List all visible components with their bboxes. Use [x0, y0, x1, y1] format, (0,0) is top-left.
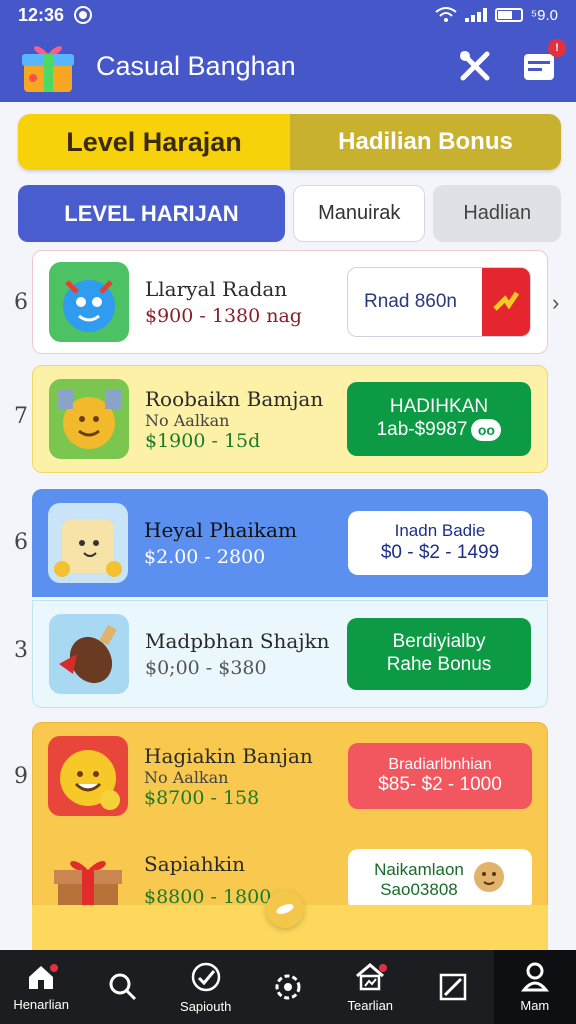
- item-subtitle: No Aalkan: [144, 767, 229, 787]
- tab-hadlian[interactable]: Hadlian: [433, 185, 561, 242]
- list-item[interactable]: Heyal Phaikam $2.00 - 2800 Inadn Badie $…: [32, 489, 548, 597]
- item-name: Roobaikn Bamjan: [145, 386, 324, 411]
- list-item[interactable]: Roobaikn Bamjan No Aalkan $1900 - 15d HA…: [32, 365, 548, 473]
- claim-button[interactable]: Rnad 860n: [347, 267, 531, 337]
- coin-icon: oo: [471, 419, 502, 442]
- home-notification-dot: [50, 964, 59, 972]
- edit-icon: [439, 973, 466, 1001]
- nav-label: Sapiouth: [180, 998, 232, 1014]
- claim-sublabel: Sao03808: [380, 880, 458, 899]
- claim-amount: $85- $2 - 1000: [378, 774, 502, 796]
- game-thumbnail: [48, 736, 128, 816]
- nav-home[interactable]: Henarlian: [0, 950, 82, 1024]
- status-battery-text: ⁵9.0: [530, 6, 558, 24]
- scroll-handle[interactable]: [266, 890, 304, 928]
- nav-label: Tearlian: [347, 997, 394, 1013]
- cookie-icon: [472, 860, 506, 901]
- claim-amount: $0 - $2 - 1499: [380, 541, 500, 563]
- item-name: Heyal Phaikam: [144, 518, 297, 542]
- notification-dot-icon: [76, 8, 91, 22]
- claim-label: Bradiarlbnhian: [388, 756, 492, 773]
- side-number: 7: [14, 404, 28, 429]
- claim-label: Naikamlaon: [374, 859, 464, 879]
- nav-label: Mam: [520, 997, 550, 1013]
- claim-button[interactable]: Inadn Badie $0 - $2 - 1499: [348, 511, 532, 575]
- side-number: 9: [14, 764, 28, 789]
- item-name: Llaryal Radan: [145, 277, 288, 301]
- notification-badge: !: [548, 39, 566, 57]
- item-name: Madpbhan Shajkn: [145, 629, 330, 653]
- item-price: $1900 - 15d: [145, 429, 261, 452]
- claim-sublabel: Rahe Bonus: [386, 654, 492, 675]
- nav-label: Henarlian: [13, 996, 69, 1012]
- app-title: Casual Banghan: [96, 50, 296, 81]
- item-subtitle: No Aalkan: [145, 410, 230, 430]
- item-name: Sapiahkin: [144, 852, 246, 876]
- tools-icon: [460, 51, 490, 81]
- segment-hadilian-bonus[interactable]: Hadilian Bonus: [290, 114, 561, 170]
- claim-label: Rnad 860n: [364, 290, 457, 312]
- handle-icon: [276, 904, 294, 914]
- gift-logo-icon: [18, 36, 78, 96]
- compass-icon: [191, 962, 220, 991]
- chevron-right-icon[interactable]: ›: [552, 290, 559, 316]
- tools-button[interactable]: [456, 47, 494, 85]
- segment-level-harajan[interactable]: Level Harajan: [18, 114, 290, 170]
- search-icon: [109, 973, 137, 1001]
- gear-icon: [275, 974, 301, 1000]
- claim-label: HADIHKAN: [389, 396, 489, 418]
- claim-button[interactable]: Naikamlaon Sao03808: [348, 849, 532, 911]
- level-bonus-switch: Level Harajan Hadilian Bonus: [18, 114, 561, 170]
- filter-tabs: LEVEL HARIJAN Manuirak Hadlian: [18, 185, 561, 242]
- item-price: $0;00 - $380: [145, 657, 267, 679]
- item-price: $8700 - 158: [144, 786, 260, 809]
- arrow-tag-icon: [482, 268, 530, 336]
- item-price: $900 - 1380 nag: [145, 305, 302, 327]
- profile-icon: [520, 962, 549, 991]
- app-bar: Casual Banghan !: [0, 30, 576, 102]
- game-thumbnail: [49, 262, 129, 342]
- nav-house[interactable]: Tearlian: [329, 950, 411, 1024]
- side-number: 6: [14, 290, 28, 315]
- wifi-icon: [435, 7, 457, 22]
- claim-label: Berdiyialby: [392, 631, 486, 653]
- list-item[interactable]: Madpbhan Shajkn $0;00 - $380 Berdiyialby…: [32, 600, 548, 708]
- claim-label: Inadn Badie: [394, 521, 486, 541]
- side-number: 3: [14, 638, 28, 663]
- status-bar: 12:36 ⁵9.0: [0, 0, 576, 30]
- nav-edit[interactable]: [411, 950, 493, 1024]
- item-name: Hagiakin Banjan: [144, 743, 313, 768]
- signal-icon: [464, 8, 487, 22]
- side-number: 6: [14, 530, 28, 555]
- list-item[interactable]: Llaryal Radan $900 - 1380 nag Rnad 860n: [32, 250, 548, 354]
- status-right: ⁵9.0: [435, 7, 558, 24]
- tab-manuirak[interactable]: Manuirak: [292, 185, 426, 242]
- nav-search[interactable]: [82, 950, 164, 1024]
- nav-profile[interactable]: Mam: [493, 950, 576, 1024]
- game-thumbnail: [48, 503, 128, 583]
- nav-explore[interactable]: Sapiouth: [165, 950, 247, 1024]
- battery-icon: [494, 8, 523, 22]
- bottom-navigation: Henarlian Sapiouth Tearlian Mam: [0, 950, 576, 1024]
- claim-amount: 1ab-$9987: [376, 419, 468, 440]
- item-price: $2.00 - 2800: [144, 546, 266, 568]
- game-thumbnail: [49, 614, 129, 694]
- nav-settings[interactable]: [247, 950, 329, 1024]
- wallet-button[interactable]: !: [520, 39, 566, 85]
- claim-button[interactable]: Berdiyialby Rahe Bonus: [347, 618, 531, 690]
- game-thumbnail: [49, 379, 129, 459]
- list-item[interactable]: Hagiakin Banjan No Aalkan $8700 - 158 Br…: [32, 726, 548, 826]
- tab-level-harijan[interactable]: LEVEL HARIJAN: [18, 185, 285, 242]
- claim-button[interactable]: HADIHKAN 1ab-$9987 oo: [347, 382, 531, 456]
- claim-button[interactable]: Bradiarlbnhian $85- $2 - 1000: [348, 743, 532, 809]
- status-time: 12:36: [18, 4, 65, 25]
